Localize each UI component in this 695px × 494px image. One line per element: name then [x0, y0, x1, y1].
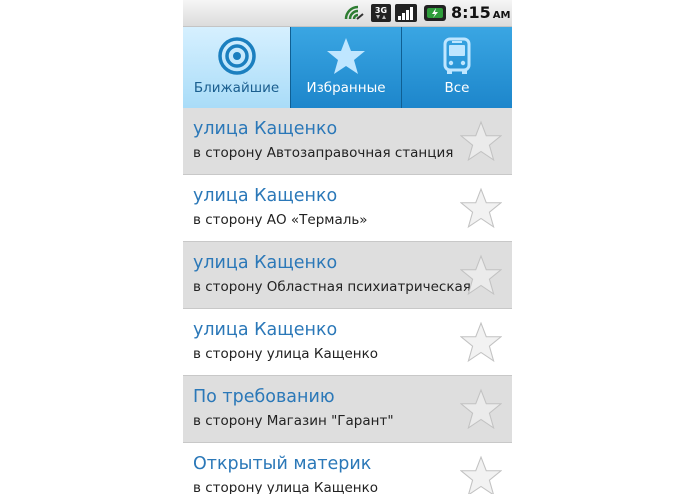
tab-nearest-label: Ближайшие [193, 80, 280, 96]
stop-title: Открытый материк [193, 454, 372, 474]
3g-data-icon: 3G [370, 3, 392, 27]
tab-nearest[interactable]: Ближайшие [183, 27, 290, 108]
stop-direction: в сторону улица Кащенко [193, 346, 378, 362]
tab-favorites[interactable]: Избранные [290, 27, 401, 108]
clock-time: 8:15 [451, 3, 491, 22]
tab-favorites-label: Избранные [306, 80, 386, 96]
favorite-star-icon[interactable] [459, 187, 503, 229]
stop-title: улица Кащенко [193, 253, 338, 273]
stop-title: улица Кащенко [193, 186, 338, 206]
tab-bar: Ближайшие Избранные Все [183, 27, 512, 108]
network-type-label: 3G [375, 6, 387, 15]
stop-title: улица Кащенко [193, 320, 338, 340]
favorite-star-icon[interactable] [459, 388, 503, 430]
favorite-star-icon[interactable] [459, 120, 503, 162]
list-item[interactable]: улица Кащенко в сторону Областная психиа… [183, 242, 512, 309]
favorite-star-icon[interactable] [459, 455, 503, 494]
battery-icon [423, 3, 447, 27]
tab-all[interactable]: Все [401, 27, 512, 108]
list-item[interactable]: Открытый материк в сторону улица Кащенко [183, 443, 512, 494]
list-item[interactable]: улица Кащенко в сторону АО «Термаль» [183, 175, 512, 242]
tab-all-label: Все [444, 80, 470, 96]
app-screen: 3G 8:15 AM Ближайшие Избранные Все улица… [183, 0, 512, 494]
list-item[interactable]: улица Кащенко в сторону Автозаправочная … [183, 108, 512, 175]
signal-icon [394, 3, 418, 27]
stop-direction: в сторону АО «Термаль» [193, 212, 368, 228]
clock: 8:15 AM [451, 3, 511, 22]
sync-icon [343, 3, 365, 27]
list-item[interactable]: улица Кащенко в сторону улица Кащенко [183, 309, 512, 376]
list-item[interactable]: По требованию в сторону Магазин "Гарант" [183, 376, 512, 443]
bus-icon [437, 36, 477, 76]
stop-direction: в сторону Автозаправочная станция [193, 145, 454, 161]
status-bar: 3G 8:15 AM [183, 0, 512, 27]
star-icon [326, 36, 366, 76]
stop-title: По требованию [193, 387, 335, 407]
favorite-star-icon[interactable] [459, 254, 503, 296]
stop-direction: в сторону Магазин "Гарант" [193, 413, 394, 429]
stops-list: улица Кащенко в сторону Автозаправочная … [183, 108, 512, 494]
favorite-star-icon[interactable] [459, 321, 503, 363]
stop-direction: в сторону Областная психиатрическая [193, 279, 471, 295]
stop-direction: в сторону улица Кащенко [193, 480, 378, 494]
clock-ampm: AM [492, 10, 511, 21]
stop-title: улица Кащенко [193, 119, 338, 139]
target-icon [217, 36, 257, 76]
